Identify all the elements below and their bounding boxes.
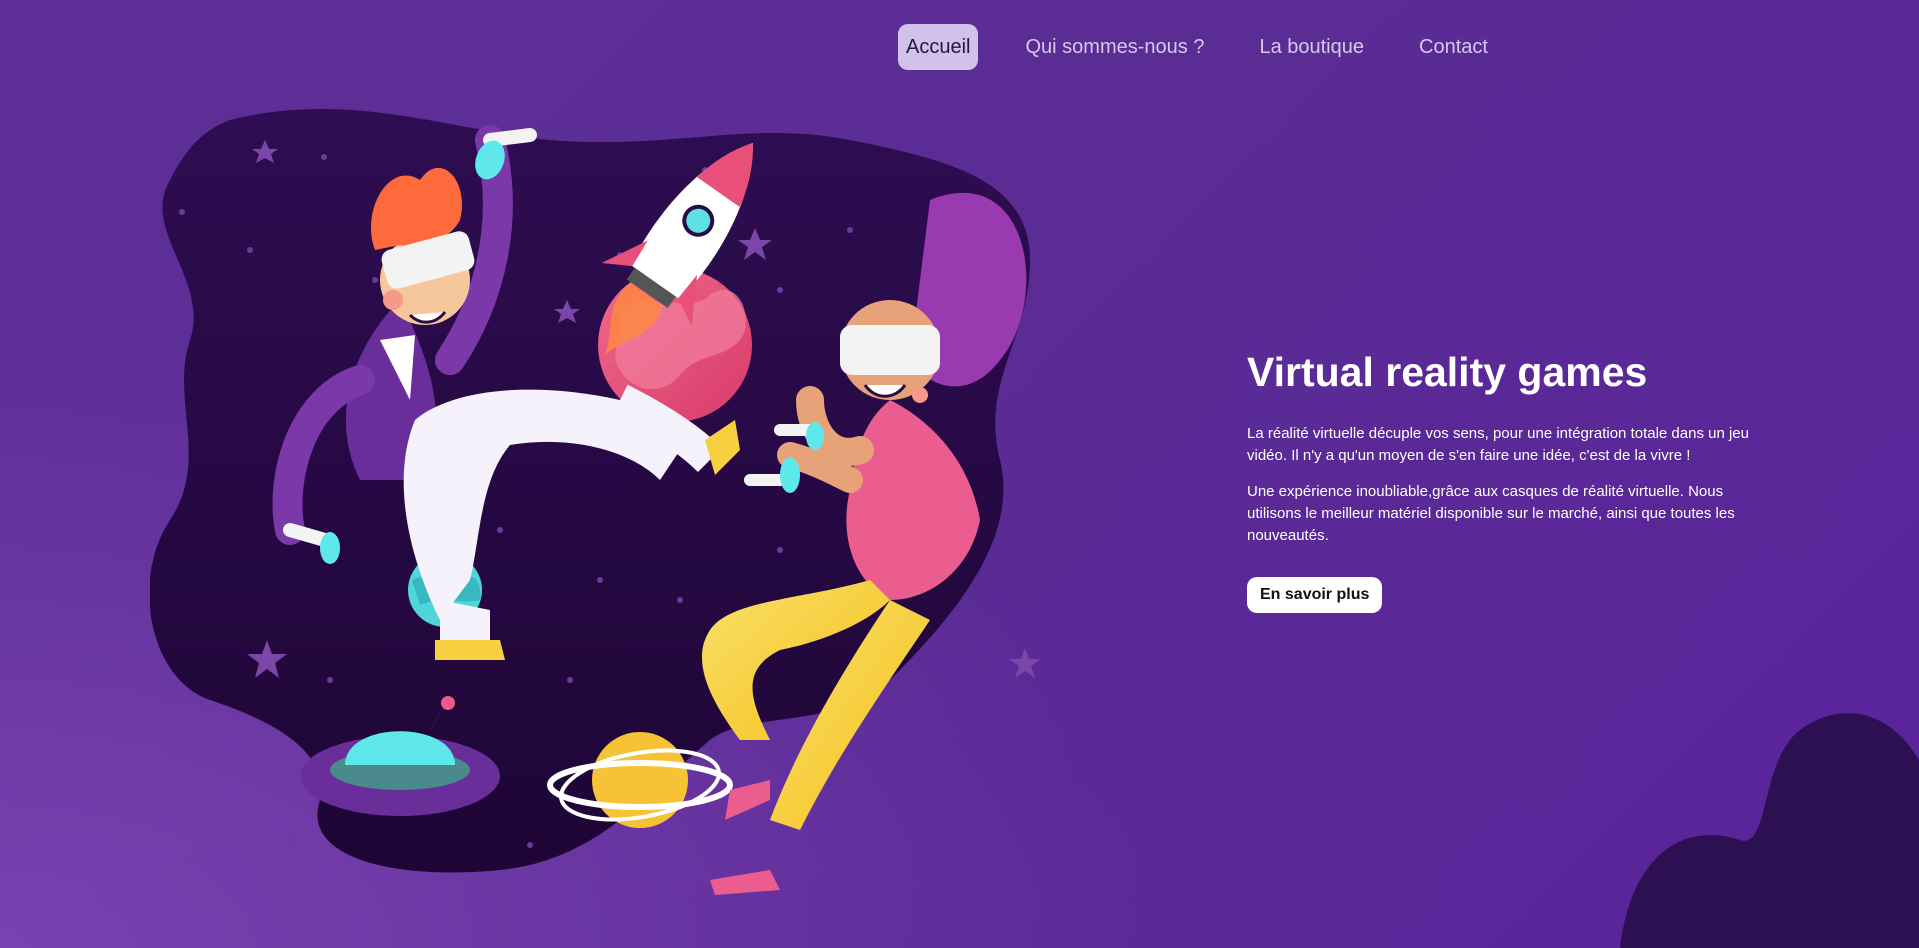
- nav-item-qui-sommes-nous[interactable]: Qui sommes-nous ?: [1017, 24, 1212, 70]
- nav-item-la-boutique[interactable]: La boutique: [1251, 24, 1372, 70]
- yellow-planet: [592, 732, 688, 828]
- hero-section: Virtual reality games La réalité virtuel…: [1247, 349, 1767, 614]
- nav-item-contact[interactable]: Contact: [1411, 24, 1496, 70]
- hero-title: Virtual reality games: [1247, 349, 1648, 395]
- learn-more-button[interactable]: En savoir plus: [1247, 577, 1383, 614]
- vr-illustration: [150, 109, 1041, 895]
- hero-paragraph-2: Une expérience inoubliable,grâce aux cas…: [1247, 483, 1735, 545]
- hero-paragraph-1: La réalité virtuelle décuple vos sens, p…: [1247, 425, 1749, 465]
- nav-item-accueil[interactable]: Accueil: [898, 24, 979, 70]
- main-nav: Accueil Qui sommes-nous ? La boutique Co…: [898, 24, 1535, 70]
- corner-blob-shape: [1620, 713, 1919, 948]
